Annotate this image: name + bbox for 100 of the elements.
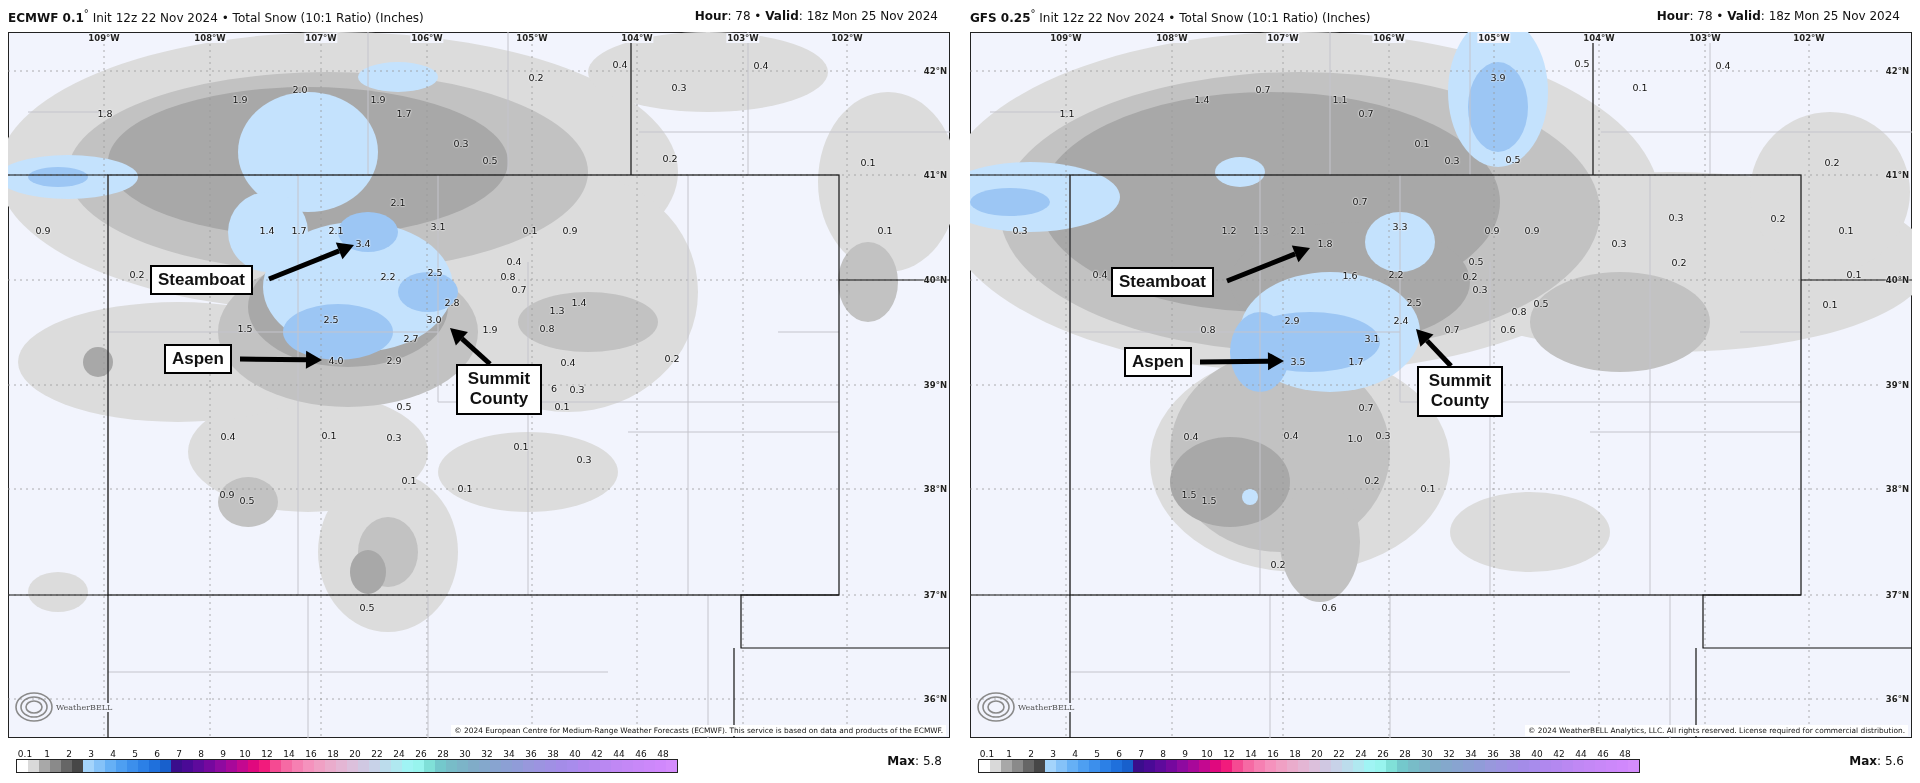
snowfall-value: 0.4 [560,356,576,368]
scale-tick: 16 [304,748,318,759]
scale-tick: 5 [1093,748,1101,759]
max-value: Max: 5.8 [887,753,942,768]
snowfall-value: 0.3 [1668,211,1684,223]
scale-tick: 36 [524,748,538,759]
snowfall-value: 0.8 [500,270,516,282]
snowfall-value: 0.1 [1420,482,1436,494]
snowfall-area [218,477,278,527]
latitude-label: 42°N [923,66,947,76]
snowfall-value: 1.7 [291,224,307,236]
latitude-label: 38°N [1885,484,1909,494]
longitude-label: 103°W [726,33,760,43]
callout-label: Steamboat [150,265,253,296]
scale-tick: 14 [282,748,296,759]
snowfall-value: 0.4 [506,255,522,267]
scale-tick: 26 [1376,748,1390,759]
latitude-label: 38°N [923,484,947,494]
scale-tick: 20 [348,748,362,759]
snowfall-value: 2.1 [328,224,344,236]
snowfall-value: 0.1 [554,400,570,412]
snowfall-value: 6 [551,382,557,394]
scale-tick: 38 [1508,748,1522,759]
snowfall-value: 1.1 [1059,107,1075,119]
snowfall-value: 0.8 [1200,323,1216,335]
snowfall-value: 0.2 [528,71,544,83]
callout-label: Summit County [456,364,542,415]
snowfall-value: 0.9 [219,488,235,500]
snowfall-value: 0.4 [1283,429,1299,441]
scale-tick: 6 [1115,748,1123,759]
scale-tick: 28 [436,748,450,759]
scale-tick: 2 [1027,748,1035,759]
scale-tick: 7 [1137,748,1145,759]
snowfall-value: 0.4 [612,58,628,70]
snowfall-value: 1.5 [1201,494,1217,506]
scale-tick: 4 [1071,748,1079,759]
max-value: Max: 5.6 [1849,753,1904,768]
snowfall-value: 0.5 [1505,153,1521,165]
longitude-label: 107°W [1266,33,1300,43]
snowfall-value: 0.3 [386,431,402,443]
snowfall-value: 2.5 [1406,296,1422,308]
logo-text: WeatherBELL [1018,702,1075,712]
snowfall-value: 0.5 [1574,57,1590,69]
longitude-label: 104°W [620,33,654,43]
scale-tick: 0.1 [978,748,996,759]
snowfall-value: 0.9 [1524,224,1540,236]
latitude-label: 41°N [923,170,947,180]
scale-tick: 48 [656,748,670,759]
snowfall-value: 0.3 [453,137,469,149]
latitude-label: 41°N [1885,170,1909,180]
scale-tick: 42 [590,748,604,759]
logo-text: WeatherBELL [56,702,113,712]
snowfall-value: 2.5 [427,266,443,278]
longitude-label: 105°W [515,33,549,43]
scale-tick: 40 [568,748,582,759]
snowfall-value: 0.4 [1715,59,1731,71]
snowfall-value: 0.2 [129,268,145,280]
longitude-label: 107°W [304,33,338,43]
scale-tick: 44 [1574,748,1588,759]
map-title: GFS 0.25$^{°}$ Init 12z 22 Nov 2024 • Total Snow (10:1 Ratio) (Inches) [970,7,1371,25]
scale-tick: 34 [1464,748,1478,759]
longitude-label: 106°W [410,33,444,43]
callout-label: Aspen [164,344,232,375]
snowfall-value: 0.1 [522,224,538,236]
snowfall-value: 0.3 [569,383,585,395]
scale-tick: 24 [1354,748,1368,759]
latitude-label: 37°N [1885,590,1909,600]
snowfall-value: 0.1 [1414,137,1430,149]
snowfall-value: 2.9 [386,354,402,366]
snowfall-value: 3.1 [430,220,446,232]
snowfall-value: 0.5 [1468,255,1484,267]
snowfall-value: 0.4 [753,59,769,71]
snowfall-value: 0.5 [396,400,412,412]
snowfall-value: 2.9 [1284,314,1300,326]
scale-tick: 2 [65,748,73,759]
snowfall-value: 0.6 [1500,323,1516,335]
snowfall-value: 0.2 [662,152,678,164]
scale-tick: 48 [1618,748,1632,759]
snowfall-value: 0.7 [511,283,527,295]
snowfall-value: 1.5 [237,322,253,334]
swirl-icon [976,690,1016,724]
snowfall-value: 1.7 [1348,355,1364,367]
snowfall-value: 0.5 [239,494,255,506]
snowfall-value: 0.3 [1472,283,1488,295]
scale-tick: 6 [153,748,161,759]
snowfall-value: 0.6 [1321,601,1337,613]
longitude-label: 102°W [830,33,864,43]
snowfall-value: 0.2 [1270,558,1286,570]
snowfall-value: 1.2 [1221,224,1237,236]
snowfall-value: 0.7 [1358,107,1374,119]
snowfall-value: 0.9 [562,224,578,236]
snowfall-value: 0.2 [1671,256,1687,268]
snowfall-value: 0.7 [1352,195,1368,207]
snowfall-area [350,550,386,594]
longitude-label: 104°W [1582,33,1616,43]
snowfall-value: 2.1 [390,196,406,208]
snowfall-value: 1.8 [97,107,113,119]
snowfall-value: 1.1 [1332,93,1348,105]
latitude-label: 39°N [923,380,947,390]
snowfall-value: 0.1 [321,429,337,441]
